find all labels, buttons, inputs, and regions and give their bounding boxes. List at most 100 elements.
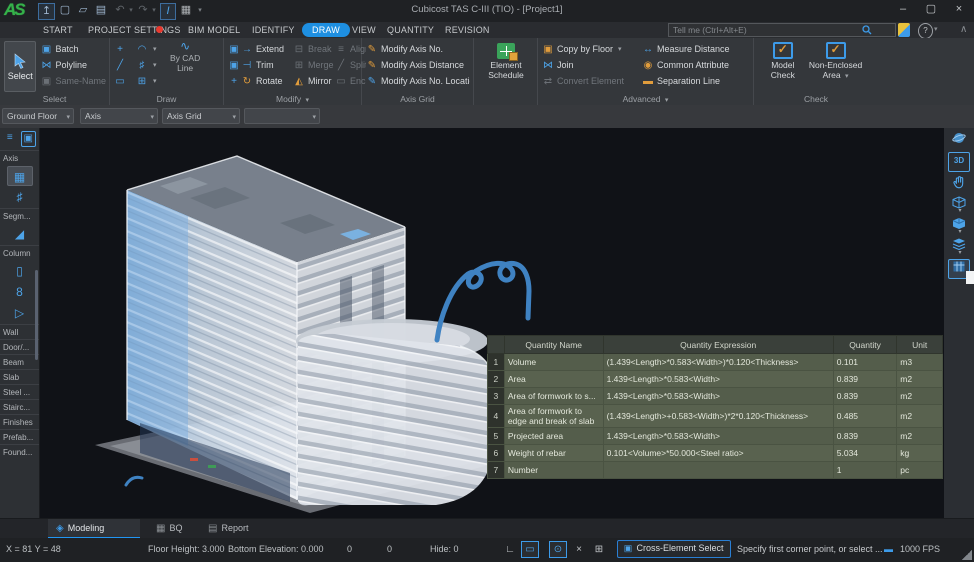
group-label-modify[interactable]: Modify ▾ [224, 94, 361, 104]
break-button[interactable]: ⊟Break [293, 41, 335, 57]
category-select[interactable]: Axis▾ [80, 108, 158, 124]
segment-tool-icon[interactable]: ◢ [7, 224, 33, 244]
solid-cube-icon[interactable]: ▾ [949, 217, 969, 235]
cross-element-select-button[interactable]: ▣ Cross-Element Select [617, 540, 731, 558]
draw-rect-button[interactable]: ▭ [114, 73, 130, 89]
toolbar-options-caret-icon[interactable]: ▾ [196, 3, 204, 18]
separation-line-button[interactable]: ▬Separation Line [642, 73, 754, 89]
table-tool-icon[interactable]: ▦ [179, 3, 193, 18]
ortho-toggle-icon[interactable]: ∟ [501, 541, 519, 558]
rotate-button[interactable]: ↻Rotate [241, 73, 293, 89]
pan-icon[interactable] [949, 175, 969, 193]
column-tool-icon[interactable]: ▯ [7, 261, 33, 281]
draw-point-button[interactable]: + [114, 41, 130, 57]
tab-project-settings[interactable]: PROJECT SETTINGS [88, 23, 181, 37]
close-button[interactable]: × [946, 2, 972, 18]
draw-line-button[interactable]: ╱ [114, 57, 130, 73]
sidebar-section-beam[interactable]: Beam [0, 354, 39, 369]
copy-by-floor-button[interactable]: ▣Copy by Floor▾ [542, 41, 642, 57]
sidebar-section-column[interactable]: Column [0, 245, 39, 260]
polyline-button[interactable]: ⋈Polyline [40, 57, 106, 73]
convert-element-button[interactable]: ⇄Convert Element [542, 73, 642, 89]
table-row[interactable]: 5Projected area 1.439<Length>*0.583<Widt… [488, 428, 943, 445]
extend-button[interactable]: →Extend [241, 41, 293, 57]
table-row[interactable]: 2Area 1.439<Length>*0.583<Width>0.839m2 [488, 371, 943, 388]
sidebar-section-prefab[interactable]: Prefab... [0, 429, 39, 444]
column-flag-tool-icon[interactable]: ▷ [7, 303, 33, 323]
tab-modeling[interactable]: ◈Modeling [48, 519, 140, 539]
table-row[interactable]: 3Area of formwork to s... 1.439<Length>*… [488, 388, 943, 405]
sidebar-section-finishes[interactable]: Finishes [0, 414, 39, 429]
table-row[interactable]: 4Area of formwork to edge and break of s… [488, 405, 943, 428]
modify-axis-no-button[interactable]: ✎Modify Axis No. [366, 41, 470, 57]
element-type-select[interactable]: Axis Grid▾ [162, 108, 240, 124]
tab-bq[interactable]: ▦BQ [148, 519, 190, 537]
list-view-icon[interactable]: ≡ [3, 131, 17, 145]
floor-select[interactable]: Ground Floor▾ [2, 108, 74, 124]
tab-draw[interactable]: DRAW [302, 23, 350, 37]
maximize-button[interactable]: ▢ [918, 2, 944, 18]
tab-identify[interactable]: IDENTIFY [252, 23, 295, 37]
sidebar-section-door[interactable]: Door/... [0, 339, 39, 354]
auxiliary-axis-tool-icon[interactable]: ♯ [7, 187, 33, 207]
undo-caret-icon[interactable]: ▾ [127, 3, 135, 18]
sidebar-section-wall[interactable]: Wall [0, 324, 39, 339]
sidebar-scrollbar[interactable] [35, 270, 38, 360]
table-row[interactable]: 6Weight of rebar 0.101<Volume>*50.000<St… [488, 445, 943, 462]
sidebar-section-staircase[interactable]: Stairc... [0, 399, 39, 414]
sidebar-section-foundation[interactable]: Found... [0, 444, 39, 459]
collapse-ribbon-icon[interactable]: ∧ [960, 23, 970, 37]
mirror-button[interactable]: ◭Mirror [293, 73, 335, 89]
layers-icon[interactable]: ▾ [949, 238, 969, 256]
group-label-advanced[interactable]: Advanced ▾ [538, 94, 753, 104]
open-folder-icon[interactable]: ▱ [76, 3, 90, 18]
table-row[interactable]: 1Volume (1.439<Length>*0.583<Width>)*0.1… [488, 354, 943, 371]
tab-report[interactable]: ▤Report [200, 519, 256, 537]
trim-button[interactable]: ⊣Trim [241, 57, 293, 73]
resize-grip[interactable] [962, 550, 972, 560]
draw-axis-button[interactable]: ♯▾ [136, 57, 160, 73]
common-attribute-button[interactable]: ◉Common Attribute [642, 57, 754, 73]
merge-button[interactable]: ⊞Merge [293, 57, 335, 73]
pin-icon[interactable]: ↥ [38, 3, 55, 20]
draw-hatch-button[interactable]: ⊞▾ [136, 73, 160, 89]
tab-quantity[interactable]: QUANTITY [387, 23, 434, 37]
search-icon[interactable] [862, 25, 872, 35]
sidebar-section-axis[interactable]: Axis [0, 150, 39, 165]
wireframe-cube-icon[interactable]: ▾ [949, 196, 969, 214]
extra-select[interactable]: ▾ [244, 108, 320, 124]
model-check-button[interactable]: ✓ Model Check [767, 41, 799, 82]
tab-bim-model[interactable]: BIM MODEL [188, 23, 240, 37]
element-schedule-button[interactable]: Element Schedule [478, 42, 534, 81]
round-column-tool-icon[interactable]: 8 [7, 282, 33, 302]
draw-arc-button[interactable]: ◠▾ [136, 41, 160, 57]
new-file-icon[interactable]: ▢ [58, 3, 72, 18]
table-row[interactable]: 7Number 1pc [488, 462, 943, 479]
quantity-expression-table[interactable]: Quantity Name Quantity Expression Quanti… [487, 335, 943, 479]
tab-view[interactable]: VIEW [352, 23, 376, 37]
modify-axis-distance-button[interactable]: ✎Modify Axis Distance [366, 57, 470, 73]
tab-revision[interactable]: REVISION [445, 23, 490, 37]
non-enclosed-area-button[interactable]: ✓ Non-Enclosed Area ▾ [805, 41, 866, 82]
modify-axis-no-location-button[interactable]: ✎Modify Axis No. Location [366, 73, 470, 89]
help-icon[interactable]: ? [918, 23, 933, 39]
theme-icon[interactable]: . [898, 23, 910, 37]
sidebar-section-steel[interactable]: Steel ... [0, 384, 39, 399]
save-icon[interactable]: ▤ [94, 3, 108, 18]
measure-distance-button[interactable]: ↔Measure Distance [642, 41, 754, 57]
panel-view-icon[interactable]: ▣ [21, 131, 37, 147]
tab-start[interactable]: START [43, 23, 73, 37]
add-selection-icon[interactable]: ⊞ [590, 541, 608, 558]
minimize-button[interactable]: – [890, 2, 916, 18]
sidebar-section-segment[interactable]: Segm... [0, 208, 39, 223]
redo-icon[interactable]: ↷ [137, 3, 149, 18]
3d-view-icon[interactable]: 3D [948, 152, 970, 172]
batch-button[interactable]: ▣Batch [40, 41, 106, 57]
orbit-icon[interactable] [949, 131, 969, 149]
clear-selection-icon[interactable]: × [570, 541, 588, 558]
3d-model-viewport[interactable]: Quantity Name Quantity Expression Quanti… [40, 128, 944, 518]
by-cad-line-button[interactable]: ∿ By CAD Line [166, 41, 204, 89]
redo-caret-icon[interactable]: ▾ [150, 3, 158, 18]
same-name-button[interactable]: ▣Same-Name [40, 73, 106, 89]
axis-grid-tool-icon[interactable]: ▦ [7, 166, 33, 186]
